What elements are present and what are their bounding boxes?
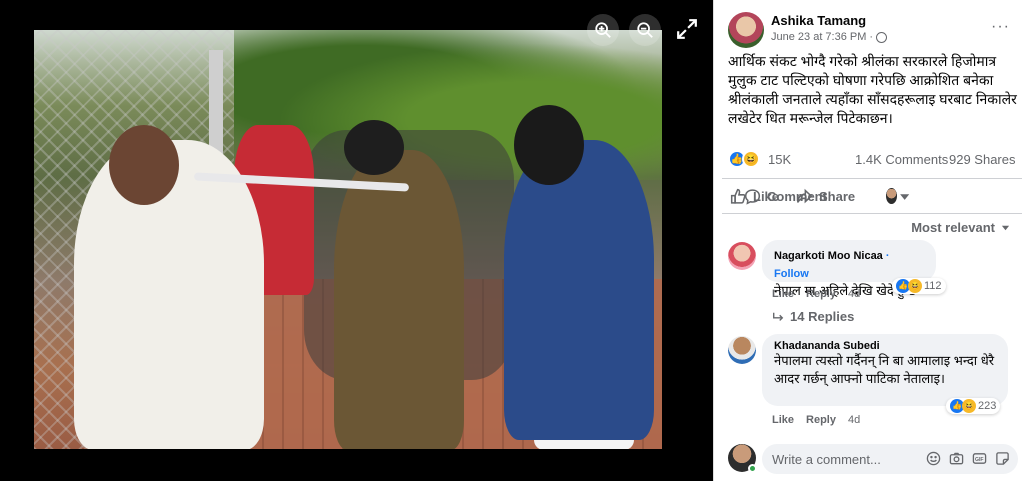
post-stats: 👍 😆 15K 1.4K Comments 929 Shares: [728, 150, 1018, 170]
photo-police-cap: [344, 120, 404, 175]
comment-bubble: Nagarkoti Moo Nicaa · Follow नेपाल मा अह…: [762, 240, 936, 298]
comment-time[interactable]: 4d: [848, 288, 860, 300]
composer-tools: GIF: [926, 451, 1010, 466]
commenter-name[interactable]: Khadananda Subedi: [774, 340, 996, 352]
comment-sort-dropdown[interactable]: Most relevant: [911, 220, 1010, 235]
comment-actions: Like Reply 4d: [772, 288, 860, 300]
post-side-panel: Ashika Tamang June 23 at 7:36 PM · ··· आ…: [713, 0, 1024, 481]
reactions-count[interactable]: 15K: [768, 152, 791, 167]
comment-reply-link[interactable]: Reply: [806, 414, 836, 426]
comment-button-label: Comment: [767, 188, 827, 204]
caret-down-icon: [899, 193, 909, 200]
zoom-in-button[interactable]: [587, 14, 619, 46]
comment-time[interactable]: 4d: [848, 414, 860, 426]
globe-icon[interactable]: [876, 31, 888, 43]
reply-arrow-icon: [773, 312, 784, 321]
photo-policeman: [334, 150, 464, 449]
comment-input[interactable]: Write a comment... GIF: [762, 444, 1018, 474]
comment-like-link[interactable]: Like: [772, 414, 794, 426]
fullscreen-button[interactable]: [676, 18, 698, 40]
viewer-avatar: [886, 188, 897, 204]
photo-man-blue-shirt: [504, 140, 654, 440]
commenter-name[interactable]: Nagarkoti Moo Nicaa: [774, 250, 883, 262]
expand-icon: [677, 19, 697, 39]
haha-reaction-icon: 😆: [962, 399, 976, 413]
comments-count[interactable]: 1.4K Comments: [855, 152, 948, 167]
camera-icon[interactable]: [949, 451, 964, 466]
follow-separator: ·: [882, 250, 890, 262]
comment-like-link[interactable]: Like: [772, 288, 794, 300]
meta-separator: ·: [869, 31, 874, 43]
comment-composer: Write a comment... GIF: [728, 444, 1018, 476]
photo-viewer: [0, 0, 713, 481]
shares-count[interactable]: 929 Shares: [949, 152, 1016, 167]
svg-text:GIF: GIF: [975, 457, 984, 463]
replies-count: 14 Replies: [790, 309, 855, 324]
comment-reactions[interactable]: 👍 😆 223: [946, 398, 1001, 414]
reaction-icons[interactable]: 👍 😆: [728, 150, 760, 168]
comment-reaction-count: 112: [924, 280, 942, 292]
sort-label: Most relevant: [911, 220, 995, 235]
photo-head-long-hair: [514, 105, 584, 185]
gif-icon[interactable]: GIF: [972, 451, 987, 466]
zoom-out-icon: [637, 22, 653, 38]
author-name[interactable]: Ashika Tamang: [771, 13, 866, 28]
comment-bubble: Khadananda Subedi नेपालमा त्यस्तो गर्दैन…: [762, 334, 1008, 406]
comment-input-placeholder: Write a comment...: [772, 452, 881, 467]
commenter-avatar[interactable]: [728, 336, 756, 364]
zoom-in-icon: [595, 22, 611, 38]
more-options-button[interactable]: ···: [991, 18, 1010, 36]
post-date[interactable]: June 23 at 7:36 PM: [771, 31, 866, 43]
comment-reactions[interactable]: 👍 😆 112: [892, 278, 946, 294]
zoom-out-button[interactable]: [629, 14, 661, 46]
sticker-icon[interactable]: [995, 451, 1010, 466]
post-actions: Like Comment Share: [722, 178, 1022, 214]
author-avatar[interactable]: [728, 12, 764, 48]
comment-bubble-icon: [744, 188, 761, 205]
comment-reaction-count: 223: [978, 400, 997, 412]
commenter-avatar[interactable]: [728, 242, 756, 270]
haha-reaction-icon: 😆: [908, 279, 922, 293]
follow-link[interactable]: Follow: [774, 268, 809, 280]
photo-head: [109, 125, 179, 205]
caret-down-icon: [1001, 225, 1010, 231]
haha-reaction-icon: 😆: [742, 150, 760, 168]
post-meta: June 23 at 7:36 PM ·: [771, 31, 888, 43]
emoji-icon[interactable]: [926, 451, 941, 466]
comment-text: नेपालमा त्यस्तो गर्दैनन् नि बा आमालाइ भन…: [774, 353, 995, 386]
comment-button[interactable]: Comment: [736, 179, 840, 213]
react-as-selector[interactable]: [878, 179, 918, 213]
view-replies-link[interactable]: 14 Replies: [772, 309, 854, 324]
post-photo[interactable]: [34, 30, 662, 449]
online-status-dot: [748, 464, 757, 473]
post-header: Ashika Tamang June 23 at 7:36 PM · ···: [728, 10, 1018, 50]
comment-actions: Like Reply 4d: [772, 414, 860, 426]
comment-reply-link[interactable]: Reply: [806, 288, 836, 300]
post-caption: आर्थिक संकट भोग्दै गरेको श्रीलंका सरकारल…: [728, 53, 1017, 126]
